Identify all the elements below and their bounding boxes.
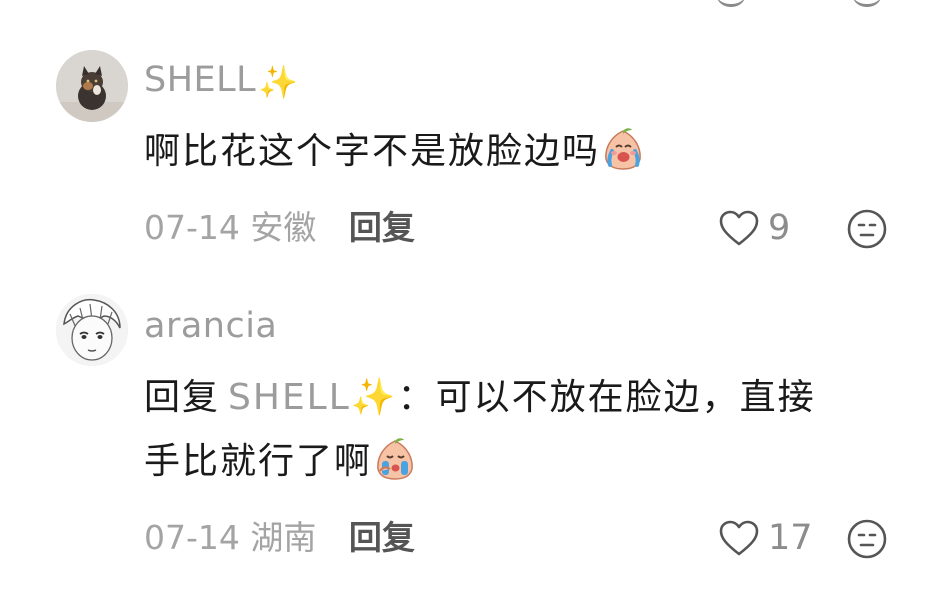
like-count: 17 — [768, 518, 813, 558]
manga-avatar-image — [56, 294, 128, 366]
dislike-button[interactable] — [846, 518, 888, 560]
reply-button[interactable]: 回复 — [349, 518, 415, 557]
like-count: 9 — [768, 208, 791, 248]
username-text: SHELL — [144, 60, 257, 100]
comment-body-line1: 可以不放在脸边，直接 — [435, 377, 816, 418]
comment-meta: 07-14 湖南 回复 — [144, 516, 415, 560]
comment-body: 啊比花这个字不是放脸边吗 — [144, 131, 601, 172]
sparkles-emoji: ✨ — [258, 63, 299, 101]
like-button[interactable]: 17 — [718, 516, 813, 560]
heart-icon — [716, 0, 746, 7]
comment-location: 湖南 — [250, 518, 317, 557]
previous-comment-actions-cutoff — [0, 0, 946, 7]
avatar[interactable] — [56, 294, 128, 366]
crying-peach-emoji — [377, 438, 413, 480]
dislike-button[interactable] — [846, 208, 888, 250]
reply-prefix: 回复 — [144, 377, 221, 418]
heart-outline-icon — [719, 520, 759, 556]
username[interactable]: arancia — [144, 306, 277, 346]
reply-colon: ： — [397, 377, 436, 418]
comment-text: 回复 SHELL✨：可以不放在脸边，直接 手比就行了啊 — [144, 366, 904, 494]
comment-location: 安徽 — [250, 208, 317, 247]
comment-meta: 07-14 安徽 回复 — [144, 206, 415, 250]
reply-button[interactable]: 回复 — [349, 208, 415, 247]
heart-outline-icon — [719, 210, 759, 246]
reply-target-username[interactable]: SHELL✨ — [228, 377, 398, 418]
neutral-face-icon — [847, 209, 887, 249]
username-text: arancia — [144, 306, 278, 346]
cat-avatar-image — [56, 50, 128, 122]
avatar[interactable] — [56, 50, 128, 122]
username[interactable]: SHELL✨ — [144, 60, 299, 102]
comment-date: 07-14 — [144, 518, 240, 557]
comment-body-line2: 手比就行了啊 — [144, 441, 373, 482]
comment-date: 07-14 — [144, 208, 240, 247]
comment-text: 啊比花这个字不是放脸边吗 — [144, 120, 904, 184]
like-button[interactable]: 9 — [718, 206, 790, 250]
crying-peach-emoji — [605, 128, 641, 170]
neutral-face-icon — [847, 519, 887, 559]
neutral-face-icon — [852, 0, 882, 7]
